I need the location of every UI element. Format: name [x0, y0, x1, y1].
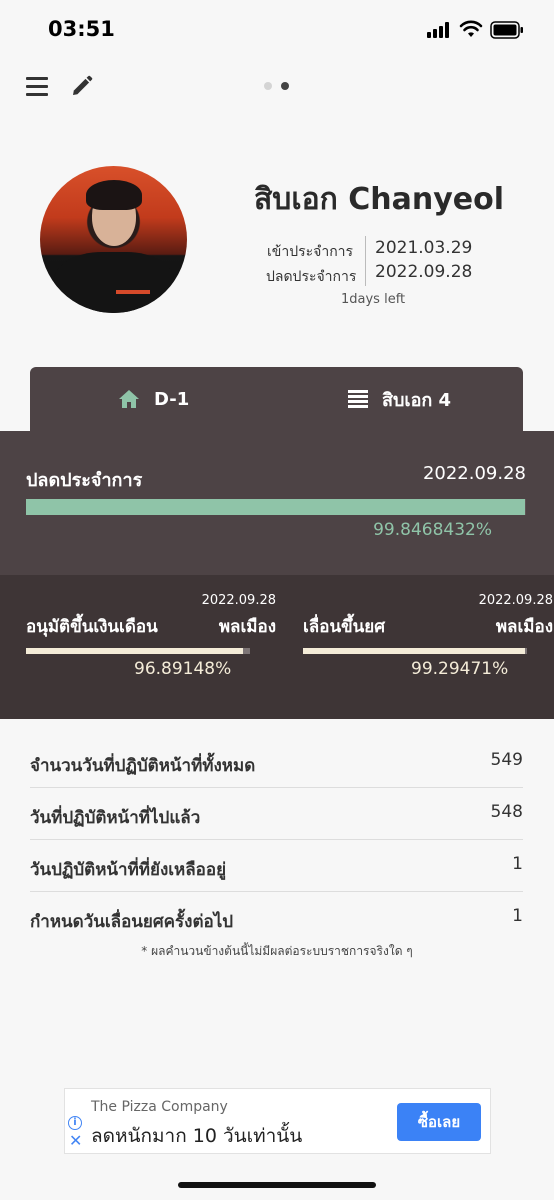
stat-row-total-days: จำนวนวันที่ปฏิบัติหน้าที่ทั้งหมด 549: [30, 736, 523, 788]
stat-row-days-remaining: วันปฏิบัติหน้าที่ที่ยังเหลืออยู่ 1: [30, 840, 523, 892]
ad-banner[interactable]: i ✕ The Pizza Company ลดหนักมาก 10 วันเท…: [64, 1088, 491, 1154]
home-icon: [119, 390, 139, 408]
stat-row-next-promotion: กำหนดวันเลื่อนยศครั้งต่อไป 1: [30, 892, 523, 944]
profile-rank-name: สิบเอก Chanyeol: [254, 182, 505, 217]
tab-dday[interactable]: D-1: [118, 367, 189, 431]
list-icon: [348, 390, 368, 408]
discharge-progress-percent: 99.8468432%: [373, 520, 492, 540]
battery-icon: [490, 21, 523, 39]
menu-icon[interactable]: [26, 75, 50, 97]
page-dot-active: [281, 82, 289, 90]
ad-cta-button[interactable]: ซื้อเลย: [397, 1103, 481, 1141]
pencil-edit-icon[interactable]: [70, 74, 94, 98]
salary-promotion-date: 2022.09.28: [201, 593, 276, 608]
stat-row-days-served: วันที่ปฏิบัติหน้าที่ไปแล้ว 548: [30, 788, 523, 840]
ad-advertiser: The Pizza Company: [91, 1099, 228, 1115]
salary-promotion-title: อนุมัติขึ้นเงินเดือน: [26, 617, 158, 637]
ad-close-icon[interactable]: ✕: [69, 1133, 82, 1149]
salary-promotion-percent: 96.89148%: [134, 659, 232, 679]
stat-label: จำนวนวันที่ปฏิบัติหน้าที่ทั้งหมด: [30, 756, 256, 776]
home-indicator[interactable]: [178, 1182, 376, 1188]
ad-info-icon[interactable]: i: [68, 1116, 82, 1130]
tab-dday-label: D-1: [154, 388, 190, 410]
rank-promotion-title: เลื่อนขึ้นยศ: [303, 617, 386, 637]
stat-value: 1: [512, 854, 523, 874]
salary-promotion-rank: พลเมือง: [218, 617, 276, 637]
salary-promotion-card: 2022.09.28 อนุมัติขึ้นเงินเดือน พลเมือง …: [26, 575, 276, 719]
ad-headline: ลดหนักมาก 10 วันเท่านั้น: [91, 1125, 303, 1147]
stat-label: กำหนดวันเลื่อนยศครั้งต่อไป: [30, 912, 234, 932]
wifi-icon: [459, 20, 483, 37]
discharge-progress-date: 2022.09.28: [422, 463, 526, 484]
salary-promotion-bar: [26, 648, 250, 654]
discharge-label: ปลดประจำการ: [266, 269, 357, 285]
tab-bar: D-1 สิบเอก 4: [30, 367, 523, 431]
profile-avatar[interactable]: [40, 166, 187, 313]
discharge-progress-fill: [26, 499, 526, 515]
enlist-date: 2021.03.29: [375, 238, 473, 258]
tab-rank[interactable]: สิบเอก 4: [348, 367, 451, 431]
rank-promotion-card: 2022.09.28 เลื่อนขึ้นยศ พลเมือง 99.29471…: [303, 575, 553, 719]
salary-promotion-fill: [26, 648, 244, 654]
date-divider: [365, 236, 366, 286]
rank-promotion-rank: พลเมือง: [495, 617, 553, 637]
stat-value: 1: [512, 906, 523, 926]
rank-promotion-bar: [303, 648, 527, 654]
discharge-progress-bar: [26, 499, 526, 515]
disclaimer-text: * ผลคำนวนข้างต้นนี้ไม่มีผลต่อระบบราชการจ…: [141, 944, 413, 958]
promotion-section: 2022.09.28 อนุมัติขึ้นเงินเดือน พลเมือง …: [0, 575, 554, 719]
service-stats-list: จำนวนวันที่ปฏิบัติหน้าที่ทั้งหมด 549 วัน…: [30, 736, 523, 944]
enlist-label: เข้าประจำการ: [267, 244, 354, 260]
discharge-date: 2022.09.28: [375, 262, 473, 282]
stat-value: 549: [490, 750, 523, 770]
page-indicator: [264, 82, 294, 92]
cellular-signal-icon: [427, 22, 453, 38]
rank-promotion-fill: [303, 648, 526, 654]
page-dot-inactive: [264, 82, 272, 90]
stat-label: วันปฏิบัติหน้าที่ที่ยังเหลืออยู่: [30, 860, 227, 880]
days-left: 1days left: [341, 292, 406, 307]
discharge-progress-label: ปลดประจำการ: [26, 470, 143, 491]
discharge-progress-section: ปลดประจำการ 2022.09.28 99.8468432%: [0, 431, 554, 575]
status-bar: 03:51: [0, 0, 554, 60]
rank-promotion-date: 2022.09.28: [478, 593, 553, 608]
status-time: 03:51: [48, 17, 115, 41]
tab-rank-label: สิบเอก 4: [382, 389, 452, 411]
rank-promotion-percent: 99.29471%: [411, 659, 509, 679]
stat-label: วันที่ปฏิบัติหน้าที่ไปแล้ว: [30, 808, 201, 828]
stat-value: 548: [490, 802, 523, 822]
